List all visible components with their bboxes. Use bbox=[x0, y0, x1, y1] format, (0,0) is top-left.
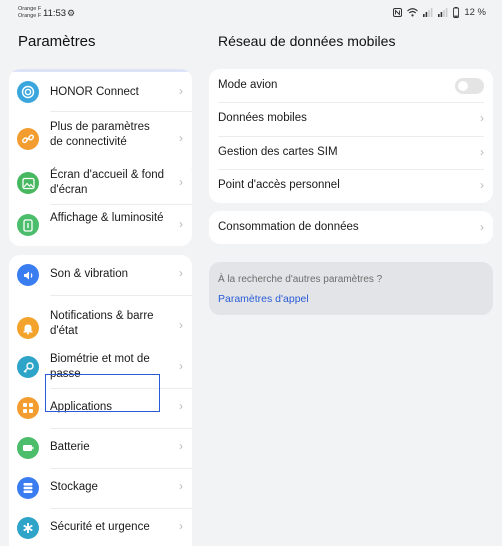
sidebar-item-label: Sécurité et urgence bbox=[50, 521, 150, 533]
chevron-right-icon: › bbox=[179, 175, 183, 189]
chevron-right-icon: › bbox=[179, 439, 183, 453]
sidebar-item-label: Batterie bbox=[50, 441, 90, 453]
airplane-mode-row[interactable]: Mode avion bbox=[209, 69, 493, 102]
sim-management-row[interactable]: Gestion des cartes SIM › bbox=[209, 136, 493, 169]
chevron-right-icon: › bbox=[179, 479, 183, 493]
bell-icon bbox=[17, 317, 39, 339]
section-title: Réseau de données mobiles bbox=[218, 33, 396, 49]
mobile-data-label: Données mobiles bbox=[218, 112, 307, 124]
settings-gear-icon: ⚙ bbox=[67, 8, 76, 18]
sidebar-item-label: Écran d'accueil & fond d'écran bbox=[50, 169, 165, 196]
mobile-data-row[interactable]: Données mobiles › bbox=[209, 102, 493, 135]
sidebar-item-label: Applications bbox=[50, 401, 113, 413]
data-usage-row[interactable]: Consommation de données › bbox=[209, 211, 493, 244]
sidebar-item-label: Stockage bbox=[50, 481, 98, 493]
apps-icon bbox=[17, 397, 39, 419]
chevron-right-icon: › bbox=[480, 111, 484, 125]
chevron-right-icon: › bbox=[179, 399, 183, 413]
storage-icon bbox=[17, 477, 39, 499]
airplane-mode-toggle[interactable] bbox=[455, 78, 484, 94]
scroll-fade bbox=[9, 69, 192, 72]
chevron-right-icon: › bbox=[179, 359, 183, 373]
airplane-mode-label: Mode avion bbox=[218, 79, 278, 91]
emergency-icon bbox=[17, 517, 39, 539]
suggestion-question: À la recherche d'autres paramètres ? bbox=[218, 274, 383, 285]
status-icons: 12 % bbox=[393, 7, 486, 18]
battery-status-icon bbox=[453, 7, 460, 18]
battery-icon bbox=[17, 437, 39, 459]
sidebar-item-label: HONOR Connect bbox=[50, 86, 139, 98]
chevron-right-icon: › bbox=[480, 178, 484, 192]
carrier-1: Orange F bbox=[18, 6, 42, 12]
sidebar-item-label: Affichage & luminosité bbox=[50, 212, 164, 224]
link-icon bbox=[17, 128, 39, 150]
settings-group-system: Biométrie et mot de passe › Applications… bbox=[9, 346, 192, 546]
toggle-knob bbox=[458, 81, 468, 91]
settings-sidebar: Paramètres HONOR Connect › Plus de param… bbox=[0, 26, 200, 546]
sidebar-item-applications[interactable]: Applications › bbox=[9, 389, 192, 427]
clock: 11:53 bbox=[43, 8, 67, 19]
sidebar-item-storage[interactable]: Stockage › bbox=[9, 469, 192, 507]
sidebar-item-label: Notifications & barre d'état bbox=[50, 310, 154, 337]
chevron-right-icon: › bbox=[179, 519, 183, 533]
chevron-right-icon: › bbox=[179, 318, 183, 332]
data-usage-label: Consommation de données bbox=[218, 221, 359, 233]
battery-percent: 12 % bbox=[464, 7, 486, 18]
signal-icon-2 bbox=[438, 8, 448, 17]
speaker-icon bbox=[17, 264, 39, 286]
suggestions-box: À la recherche d'autres paramètres ? Par… bbox=[209, 262, 493, 315]
chevron-right-icon: › bbox=[179, 131, 183, 145]
sidebar-item-home-wallpaper[interactable]: Écran d'accueil & fond d'écran › bbox=[9, 162, 192, 204]
sidebar-item-label: Biométrie et mot de passe bbox=[50, 353, 150, 380]
settings-group-display: Écran d'accueil & fond d'écran › Afficha… bbox=[9, 162, 192, 246]
status-bar: Orange F Orange F 11:53 ⚙ 12 % bbox=[0, 0, 502, 26]
sidebar-item-battery[interactable]: Batterie › bbox=[9, 429, 192, 467]
wifi-icon bbox=[407, 8, 419, 17]
image-icon bbox=[17, 172, 39, 194]
signal-icon-1 bbox=[423, 8, 433, 17]
carrier-2: Orange F bbox=[18, 13, 42, 19]
sidebar-item-sound-vibration[interactable]: Son & vibration › bbox=[9, 255, 192, 294]
chevron-right-icon: › bbox=[480, 220, 484, 234]
sidebar-item-label: Son & vibration bbox=[50, 268, 128, 280]
hotspot-label: Point d'accès personnel bbox=[218, 179, 340, 191]
chevron-right-icon: › bbox=[179, 84, 183, 98]
settings-group-connectivity: HONOR Connect › Plus de paramètres de co… bbox=[9, 69, 192, 177]
hotspot-row[interactable]: Point d'accès personnel › bbox=[209, 169, 493, 202]
key-icon bbox=[17, 356, 39, 378]
sidebar-item-honor-connect[interactable]: HONOR Connect › bbox=[9, 75, 192, 109]
sidebar-item-biometrics[interactable]: Biométrie et mot de passe › bbox=[9, 346, 192, 388]
carrier-labels: Orange F Orange F bbox=[18, 6, 41, 20]
sim-management-label: Gestion des cartes SIM bbox=[218, 146, 338, 158]
sidebar-item-label: Plus de paramètres de connectivité bbox=[50, 121, 150, 148]
chevron-right-icon: › bbox=[179, 217, 183, 231]
page-title: Paramètres bbox=[18, 33, 96, 50]
sidebar-item-security-emergency[interactable]: Sécurité et urgence › bbox=[9, 509, 192, 546]
display-icon bbox=[17, 214, 39, 236]
honor-connect-icon bbox=[17, 81, 39, 103]
mobile-network-group: Mode avion Données mobiles › Gestion des… bbox=[209, 69, 493, 203]
nfc-icon bbox=[393, 8, 403, 17]
sidebar-item-display-brightness[interactable]: Affichage & luminosité › bbox=[9, 205, 192, 246]
chevron-right-icon: › bbox=[480, 145, 484, 159]
chevron-right-icon: › bbox=[179, 266, 183, 280]
call-settings-link[interactable]: Paramètres d'appel bbox=[218, 293, 309, 305]
data-usage-group: Consommation de données › bbox=[209, 211, 493, 244]
